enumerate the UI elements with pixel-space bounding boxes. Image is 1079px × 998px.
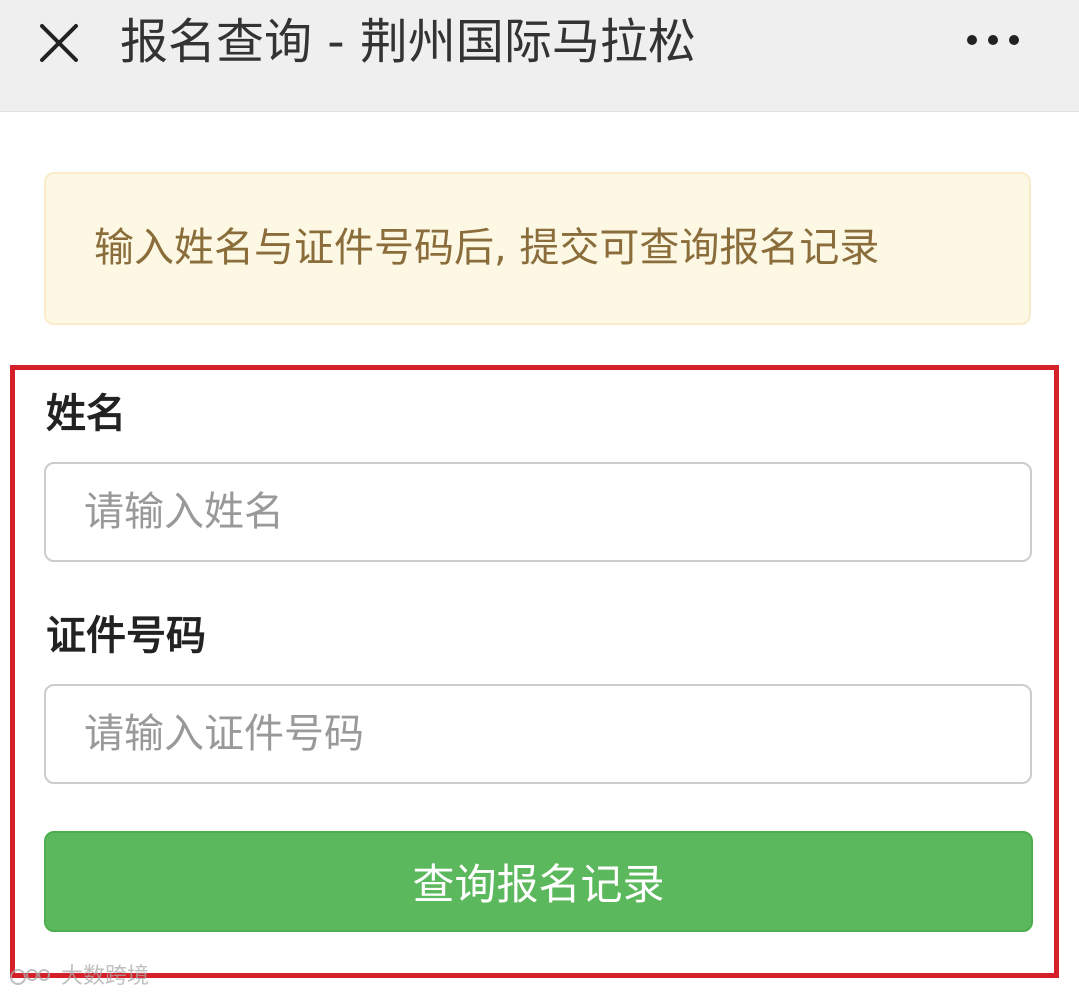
watermark-text: 大数跨境 bbox=[61, 964, 150, 989]
info-notice: 输入姓名与证件号码后, 提交可查询报名记录 bbox=[44, 172, 1031, 325]
notice-text: 输入姓名与证件号码后, 提交可查询报名记录 bbox=[94, 225, 880, 271]
navigation-bar: 报名查询 - 荆州国际马拉松 bbox=[0, 0, 1079, 112]
id-number-input[interactable] bbox=[44, 684, 1032, 784]
more-options-button[interactable] bbox=[958, 20, 1028, 60]
query-registration-button[interactable]: 查询报名记录 bbox=[44, 831, 1033, 932]
page-title: 报名查询 - 荆州国际马拉松 bbox=[120, 14, 696, 70]
watermark: 大数跨境 bbox=[8, 964, 149, 990]
name-label: 姓名 bbox=[46, 391, 126, 437]
close-icon bbox=[40, 24, 78, 62]
watermark-logo-icon bbox=[10, 969, 50, 985]
close-button[interactable] bbox=[30, 14, 88, 72]
name-input[interactable] bbox=[44, 462, 1032, 562]
id-number-label: 证件号码 bbox=[46, 613, 206, 659]
more-horizontal-icon bbox=[967, 35, 1019, 45]
